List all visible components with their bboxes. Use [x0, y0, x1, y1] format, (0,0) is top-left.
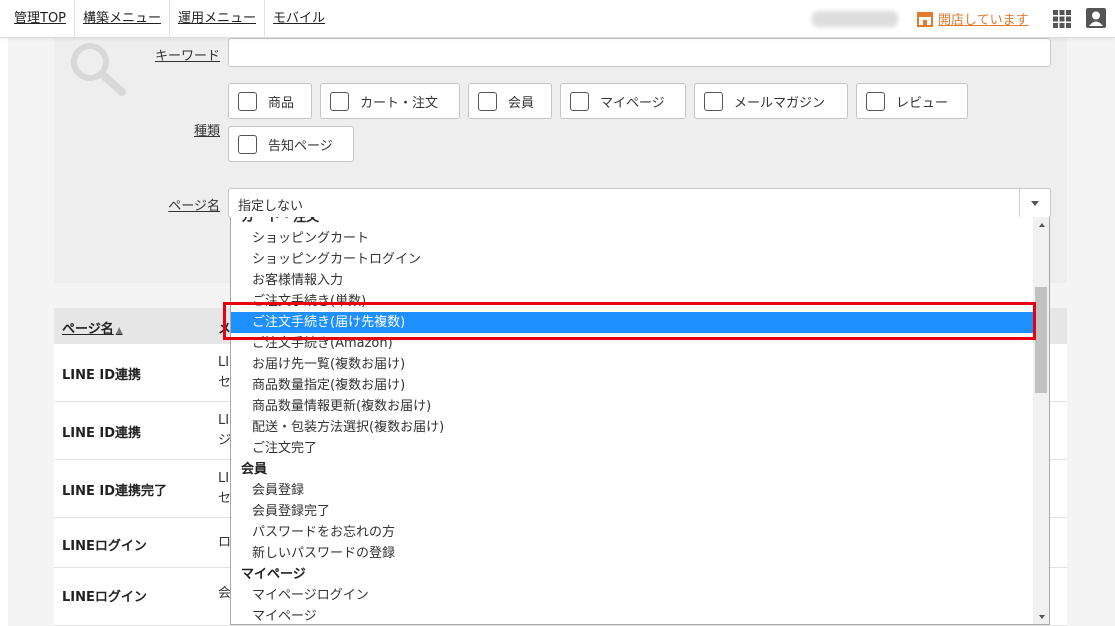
apps-grid-icon[interactable]	[1053, 10, 1071, 28]
chevron-down-icon[interactable]	[1031, 201, 1039, 206]
type-checkbox-notice-page[interactable]: 告知ページ	[228, 126, 354, 162]
left-edge	[0, 38, 8, 626]
column-header-page-name[interactable]: ページ名 ▲	[62, 318, 123, 337]
sort-asc-icon[interactable]: ▲	[116, 326, 123, 336]
user-account-icon[interactable]	[1086, 8, 1106, 28]
type-checkbox-mail-magazine[interactable]: メールマガジン	[694, 83, 848, 119]
dropdown-option[interactable]: マイページ	[231, 606, 1035, 624]
dropdown-option[interactable]: 配送・包装方法選択(複数お届け)	[231, 417, 1035, 438]
blurred-shop-name	[812, 11, 898, 27]
checkbox-label: 商品	[268, 95, 295, 111]
type-checkbox-review[interactable]: レビュー	[856, 83, 968, 119]
dropdown-option[interactable]: ショッピングカート	[231, 228, 1035, 249]
checkbox-label: 会員	[508, 95, 535, 111]
checkbox-box[interactable]	[330, 91, 349, 111]
dropdown-option[interactable]: ショッピングカートログイン	[231, 249, 1035, 270]
dropdown-option[interactable]: 新しいパスワードの登録	[231, 543, 1035, 564]
main-nav: 管理TOP 構築メニュー 運用メニュー モバイル	[6, 0, 333, 38]
nav-operation-menu[interactable]: 運用メニュー	[170, 0, 266, 38]
checkbox-label: マイページ	[600, 95, 665, 111]
type-checkbox-mypage[interactable]: マイページ	[560, 83, 686, 119]
keyword-label[interactable]: キーワード	[140, 45, 220, 64]
dropdown-scrollbar[interactable]	[1033, 217, 1049, 624]
dropdown-option[interactable]: お客様情報入力	[231, 270, 1035, 291]
nav-admin-top[interactable]: 管理TOP	[6, 0, 76, 38]
dropdown-option[interactable]: 商品数量情報更新(複数お届け)	[231, 396, 1035, 417]
dropdown-group-label: カート・注文	[241, 217, 320, 225]
shop-icon	[917, 11, 933, 27]
row-page-name: LINE ID連携	[62, 368, 142, 383]
page-name-select-value: 指定しない	[238, 199, 304, 214]
row-page-name: LINE ID連携	[62, 426, 142, 441]
row-page-name: LINEログイン	[62, 590, 147, 605]
page-name-select[interactable]: 指定しない	[228, 188, 1051, 218]
page-name-label[interactable]: ページ名	[140, 195, 220, 214]
scroll-down-icon[interactable]	[1039, 615, 1045, 619]
type-checkbox-member[interactable]: 会員	[468, 83, 552, 119]
type-checkbox-cart-order[interactable]: カート・注文	[320, 83, 460, 119]
checkbox-box[interactable]	[238, 91, 257, 111]
top-navigation-bar: 管理TOP 構築メニュー 運用メニュー モバイル 開店しています	[0, 0, 1115, 38]
dropdown-option[interactable]: 会員登録	[231, 480, 1035, 501]
dropdown-option[interactable]: パスワードをお忘れの方	[231, 522, 1035, 543]
shop-open-status-label: 開店しています	[938, 13, 1029, 28]
scroll-up-icon[interactable]	[1039, 223, 1045, 227]
checkbox-box[interactable]	[238, 134, 257, 154]
checkbox-box[interactable]	[570, 91, 589, 111]
keyword-input[interactable]	[228, 38, 1051, 67]
column-header-label: ページ名	[62, 322, 114, 337]
checkbox-box[interactable]	[866, 91, 885, 111]
dropdown-group-label: 会員	[241, 462, 268, 477]
checkbox-box[interactable]	[478, 91, 497, 111]
checkbox-label: 告知ページ	[268, 138, 333, 154]
row-page-name: LINEログイン	[62, 539, 147, 554]
dropdown-option[interactable]: 会員登録完了	[231, 501, 1035, 522]
nav-build-menu[interactable]: 構築メニュー	[75, 0, 171, 38]
checkbox-label: メールマガジン	[734, 95, 826, 111]
dropdown-group-label: マイページ	[241, 567, 306, 582]
type-label[interactable]: 種類	[140, 120, 220, 139]
checkbox-label: レビュー	[896, 95, 949, 111]
dropdown-option[interactable]: お届け先一覧(複数お届け)	[231, 354, 1035, 375]
dropdown-options: カート・注文 ショッピングカート ショッピングカートログイン お客様情報入力 ご注文手続…	[231, 217, 1035, 624]
select-separator	[1019, 189, 1020, 217]
dropdown-option[interactable]: 商品数量指定(複数お届け)	[231, 375, 1035, 396]
dropdown-option[interactable]: マイページログイン	[231, 585, 1035, 606]
page-name-dropdown-list[interactable]: カート・注文 ショッピングカート ショッピングカートログイン お客様情報入力 ご注文手続…	[230, 217, 1050, 625]
row-page-name: LINE ID連携完了	[62, 484, 168, 499]
dropdown-option[interactable]: ご注文完了	[231, 438, 1035, 459]
search-icon	[71, 43, 126, 96]
scrollbar-thumb[interactable]	[1035, 287, 1047, 393]
annotation-highlight-box	[223, 302, 1036, 340]
checkbox-box[interactable]	[704, 91, 723, 111]
type-checkbox-product[interactable]: 商品	[228, 83, 312, 119]
checkbox-label: カート・注文	[360, 95, 439, 111]
nav-mobile[interactable]: モバイル	[265, 0, 333, 38]
shop-open-status[interactable]: 開店しています	[916, 9, 1029, 28]
